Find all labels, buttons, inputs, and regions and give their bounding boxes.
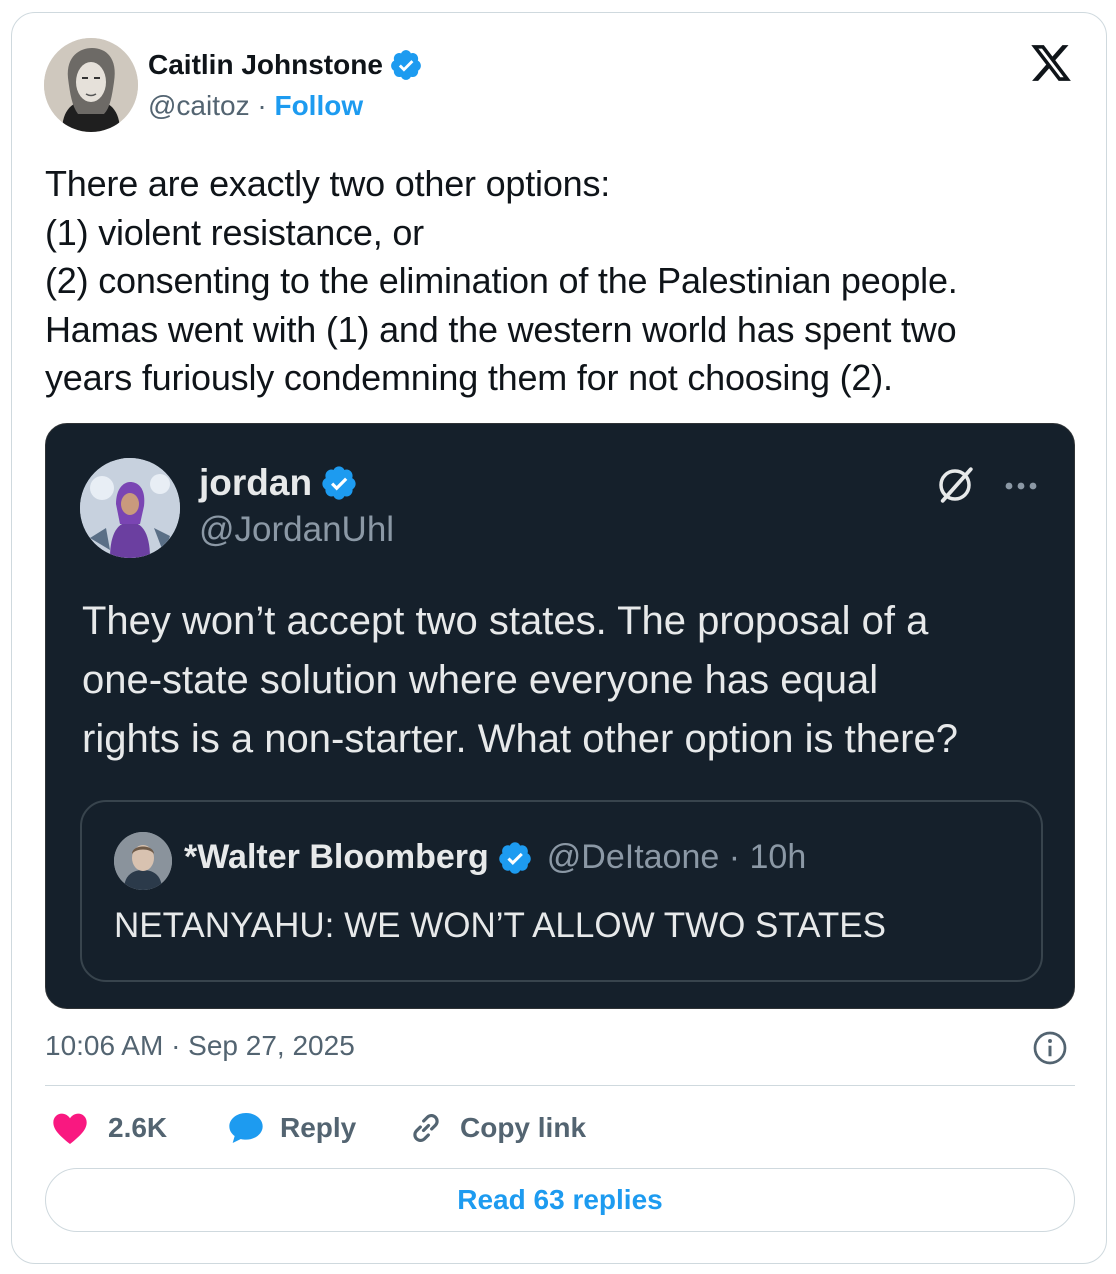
verified-badge-icon	[391, 50, 421, 80]
verified-badge-icon	[322, 466, 356, 500]
link-icon	[413, 1114, 439, 1142]
quoted-tweet[interactable]: jordan @JordanUhl They won’t accept two …	[45, 423, 1075, 1009]
author-name[interactable]: Caitlin Johnstone	[148, 48, 423, 82]
read-replies-button[interactable]: Read 63 replies	[45, 1168, 1075, 1232]
follow-button[interactable]: Follow	[274, 90, 363, 121]
x-logo-icon[interactable]	[1027, 41, 1075, 85]
nested-author-name[interactable]: *Walter Bloomberg	[184, 838, 489, 877]
tweet-timestamp[interactable]: 10:06 AM · Sep 27, 2025	[45, 1030, 355, 1062]
info-icon[interactable]	[1032, 1030, 1068, 1066]
reply-label: Reply	[280, 1112, 357, 1143]
nested-handle-time: @DeItaone · 10h	[546, 838, 807, 876]
divider	[45, 1085, 1075, 1086]
author-name-text[interactable]: Caitlin Johnstone	[148, 49, 383, 81]
tweet-text: There are exactly two other options: (1)…	[45, 163, 958, 398]
reply-icon	[229, 1113, 263, 1143]
nested-quoted-tweet[interactable]: *Walter Bloomberg @DeItaone · 10h NETANY…	[80, 800, 1043, 982]
copy-link-label: Copy link	[460, 1112, 587, 1143]
quoted-tweet-text: They won’t accept two states. The propos…	[82, 599, 958, 761]
quoted-author-avatar[interactable]	[80, 458, 180, 558]
nested-tweet-header: *Walter Bloomberg @DeItaone · 10h	[184, 838, 806, 877]
reply-button[interactable]: Reply	[226, 1108, 356, 1148]
handle-separator: ·	[257, 90, 267, 121]
author-handle-line: @caitoz · Follow	[148, 90, 363, 122]
like-button[interactable]: 2.6K	[50, 1108, 167, 1148]
grok-icon[interactable]	[934, 464, 976, 506]
author-avatar[interactable]	[44, 38, 138, 132]
like-count: 2.6K	[108, 1112, 168, 1143]
quoted-author-name[interactable]: jordan	[199, 462, 358, 504]
heart-icon	[53, 1113, 87, 1144]
author-handle[interactable]: @caitoz	[148, 90, 250, 121]
nested-author-avatar[interactable]	[114, 832, 172, 890]
verified-badge-icon	[499, 841, 531, 874]
copy-link-button[interactable]: Copy link	[406, 1108, 586, 1148]
nested-tweet-text: NETANYAHU: WE WON’T ALLOW TWO STATES	[114, 906, 886, 945]
quoted-author-name-text[interactable]: jordan	[199, 462, 312, 504]
quoted-author-handle[interactable]: @JordanUhl	[199, 510, 394, 550]
more-icon[interactable]	[1001, 468, 1041, 504]
